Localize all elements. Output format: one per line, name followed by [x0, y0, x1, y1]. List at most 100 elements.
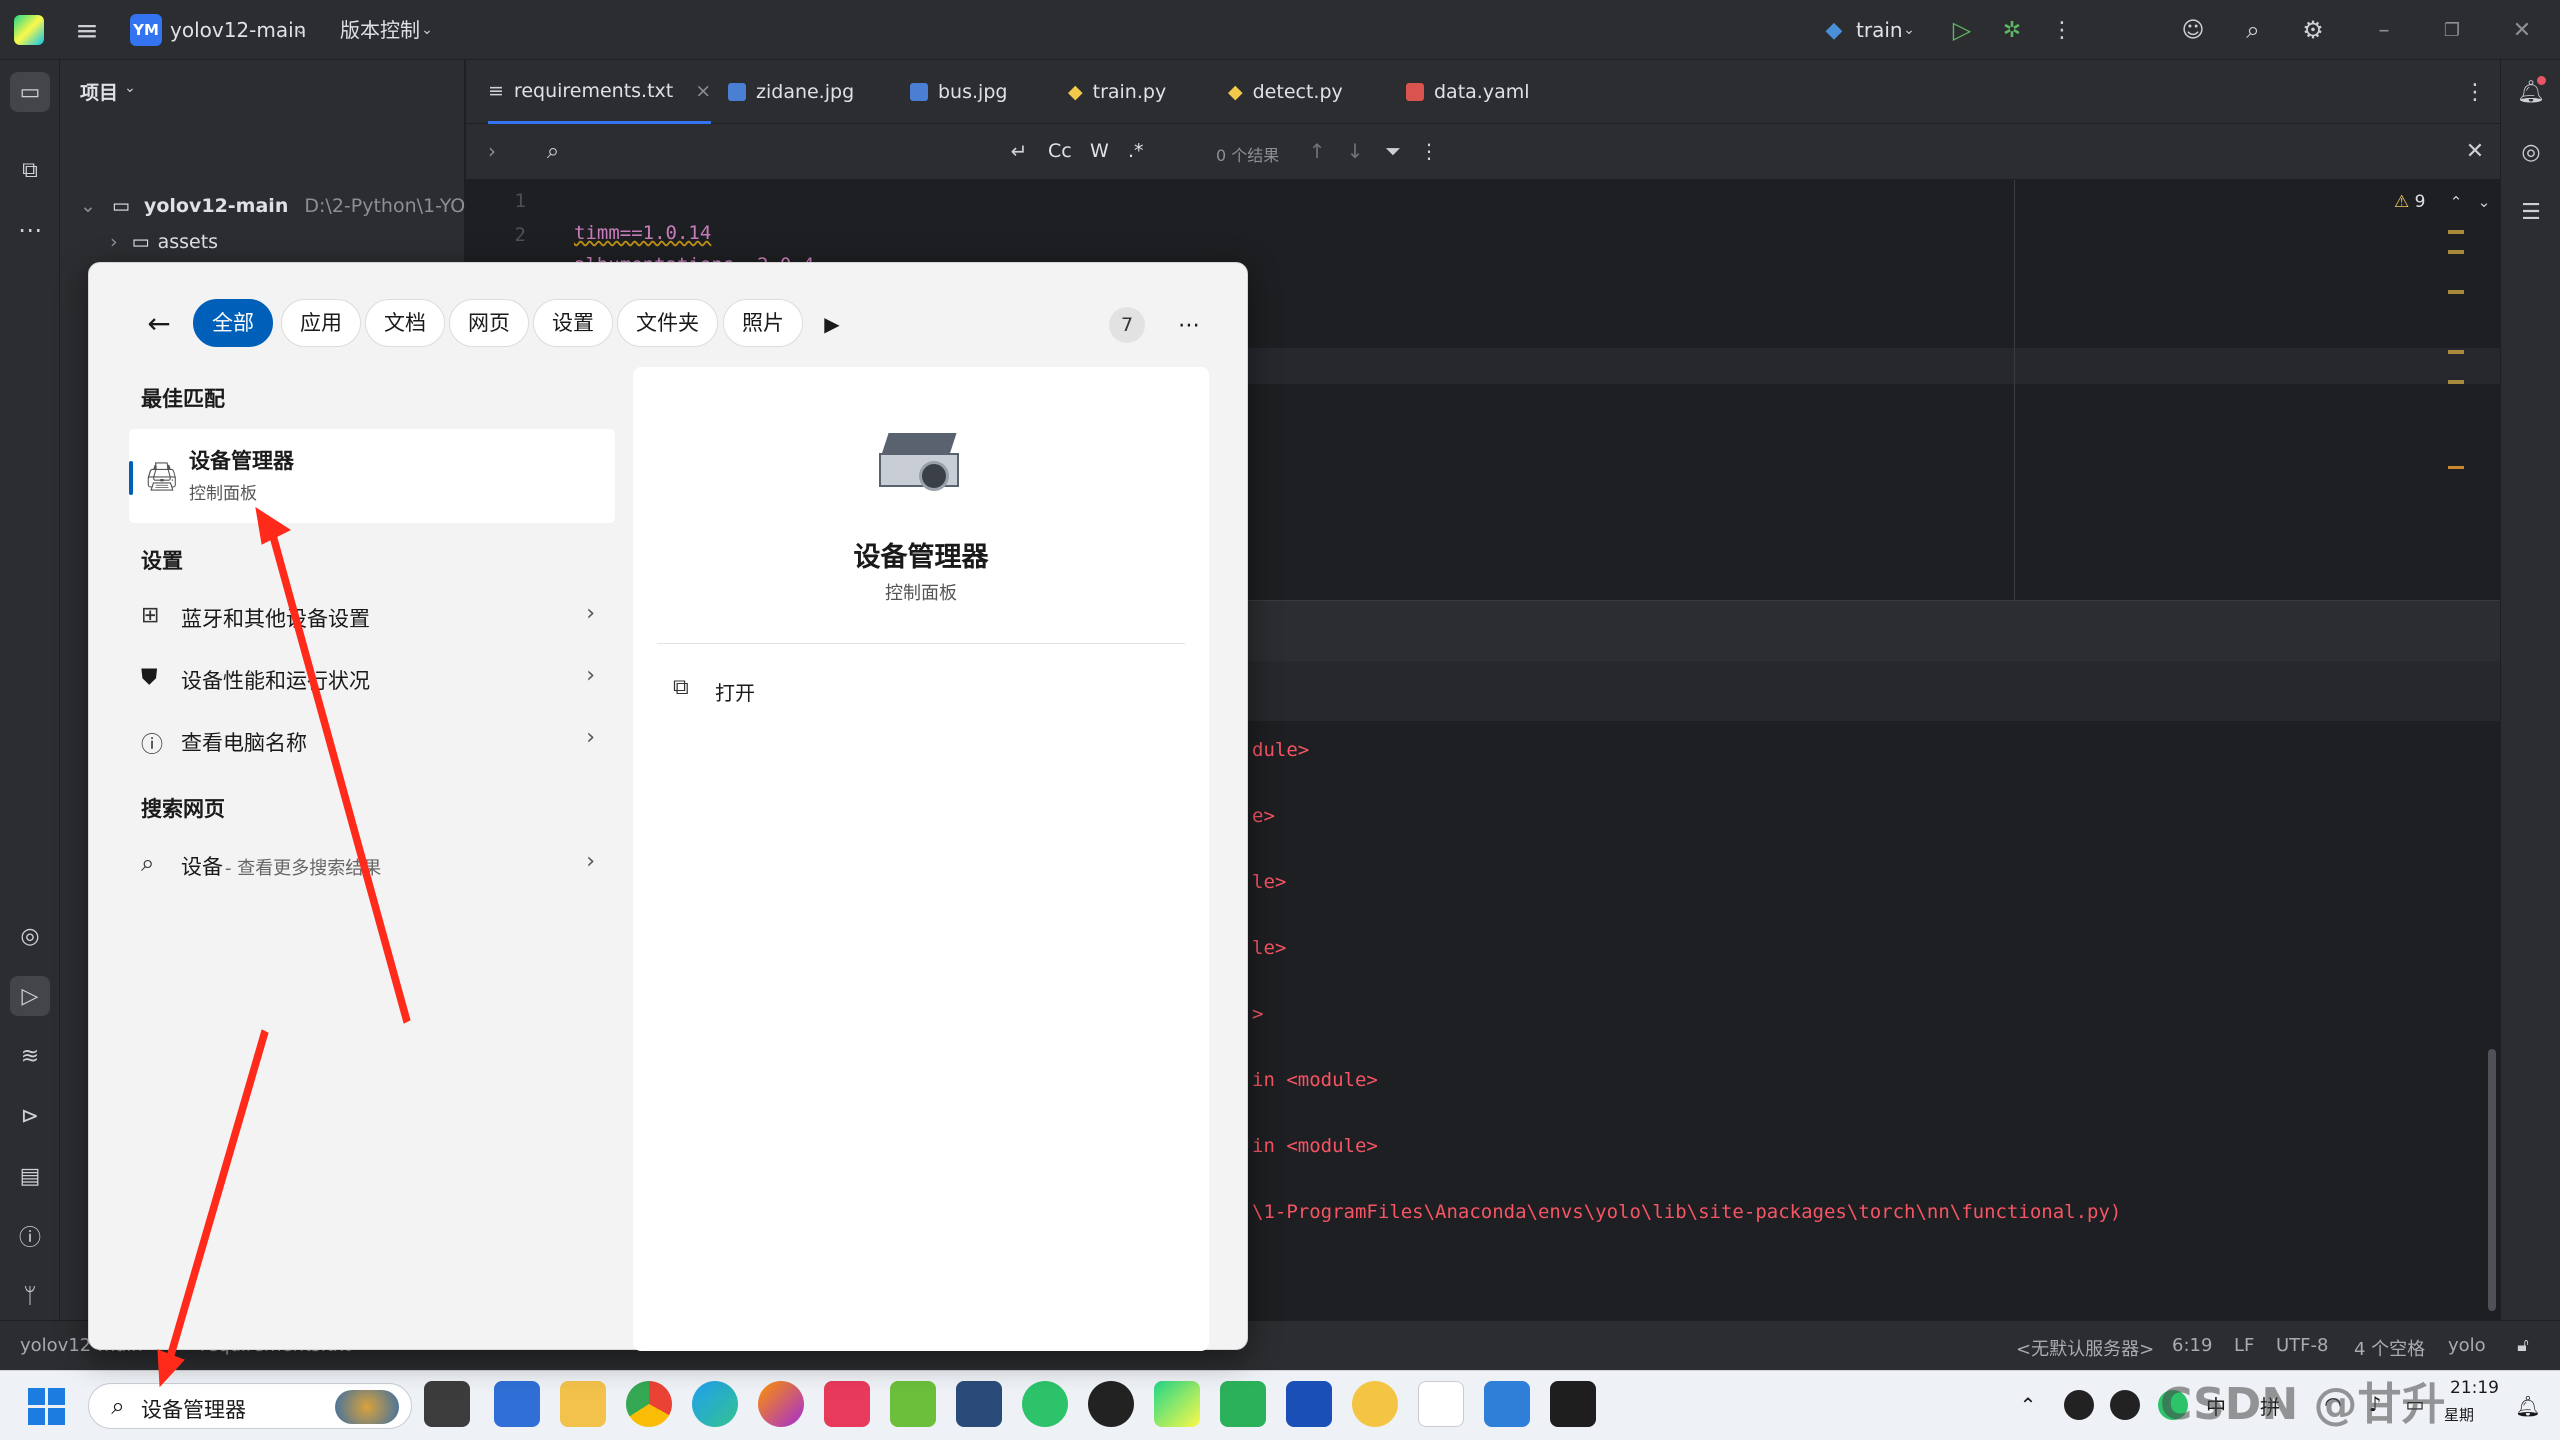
chevron-down-icon[interactable]: ⌄	[2474, 190, 2494, 214]
status-server[interactable]: <无默认服务器>	[2016, 1335, 2154, 1361]
chevron-down-icon[interactable]: ⌄	[122, 78, 138, 98]
taskbar-search-text[interactable]: 设备管理器	[141, 1394, 246, 1424]
main-menu-icon[interactable]: ≡	[70, 14, 104, 47]
chrome-icon[interactable]	[626, 1381, 672, 1427]
settings-item-pc-name[interactable]: ⓘ 查看电脑名称 ›	[141, 719, 595, 763]
search-highlight-icon[interactable]	[335, 1390, 399, 1424]
best-match-item[interactable]: 🖨︎ 设备管理器 控制面板	[129, 429, 615, 523]
regex-toggle[interactable]: .*	[1128, 140, 1144, 162]
filter-all[interactable]: 全部	[193, 299, 273, 347]
project-panel-title[interactable]: 项目	[80, 78, 118, 105]
clock-weekday[interactable]: 星期	[2444, 1404, 2474, 1425]
tree-item[interactable]: › ▭ assets	[110, 224, 218, 260]
ai-assistant-icon[interactable]: ◎	[2513, 134, 2549, 170]
code-line-1[interactable]: timm==1.0.14	[574, 216, 711, 250]
tabs-more-icon[interactable]: ⋮	[2460, 76, 2490, 108]
tray-qq-icon[interactable]	[2064, 1390, 2094, 1420]
status-indent[interactable]: 4 个空格	[2354, 1335, 2425, 1361]
tab-bus[interactable]: bus.jpg	[910, 60, 1007, 124]
edge-icon[interactable]	[692, 1381, 738, 1427]
chevron-right-icon[interactable]: ›	[480, 136, 504, 166]
app-yellow-icon[interactable]	[1352, 1381, 1398, 1427]
structure-icon[interactable]: ⧉	[10, 150, 50, 190]
back-arrow-icon[interactable]: ←	[141, 305, 177, 341]
status-line-separator[interactable]: LF	[2234, 1335, 2254, 1356]
qq-icon[interactable]	[1088, 1381, 1134, 1427]
chevron-up-icon[interactable]: ⌃	[2446, 190, 2466, 214]
settings-gear-icon[interactable]: ⚙	[2296, 14, 2330, 46]
services-icon[interactable]: ⊳	[10, 1096, 50, 1136]
layers-icon[interactable]: ≋	[10, 1036, 50, 1076]
match-case-toggle[interactable]: Cc	[1048, 140, 1072, 162]
lock-icon[interactable]: 🔓︎	[2510, 1331, 2536, 1359]
tab-data-yaml[interactable]: data.yaml	[1406, 60, 1530, 124]
run-tool-icon[interactable]: ▷	[10, 976, 50, 1016]
close-tab-icon[interactable]: ×	[695, 59, 711, 123]
more-tools-icon[interactable]: ⋯	[10, 210, 50, 250]
status-interpreter[interactable]: yolo	[2448, 1335, 2486, 1356]
code-line-2[interactable]: albumentations==2.0.4	[574, 248, 814, 262]
tab-requirements[interactable]: ≡ requirements.txt ×	[488, 59, 712, 124]
chevron-down-icon[interactable]: ⌄	[80, 195, 96, 217]
web-search-item[interactable]: ⌕ 设备 - 查看更多搜索结果 ›	[141, 843, 595, 887]
terminal-app-icon[interactable]	[1550, 1381, 1596, 1427]
results-count-badge[interactable]: 7	[1109, 307, 1145, 343]
close-find-icon[interactable]: ✕	[2460, 136, 2490, 166]
python-console-icon[interactable]: ◎	[10, 916, 50, 956]
project-badge[interactable]: YM	[130, 14, 162, 46]
notepad-icon[interactable]	[1484, 1381, 1530, 1427]
app-cat-icon[interactable]	[956, 1381, 1002, 1427]
search-icon[interactable]: ⌕	[538, 136, 568, 166]
tab-detect[interactable]: ◆ detect.py	[1228, 60, 1343, 124]
open-action[interactable]: ⧉ 打开	[673, 671, 873, 711]
more-options-icon[interactable]: ⋯	[1171, 307, 1207, 343]
terminal-icon[interactable]: ▤	[10, 1156, 50, 1196]
run-config-selector[interactable]: train	[1856, 0, 1903, 60]
taskbar-search-box[interactable]: ⌕ 设备管理器	[88, 1383, 412, 1429]
play-more-filters-icon[interactable]: ▶	[817, 307, 847, 341]
webstorm-icon[interactable]	[1286, 1381, 1332, 1427]
add-user-icon[interactable]: ☺	[2176, 14, 2210, 46]
app-green-icon[interactable]	[890, 1381, 936, 1427]
newline-icon[interactable]: ↵	[1004, 136, 1034, 166]
minimize-icon[interactable]: –	[2368, 14, 2400, 46]
windows-start-icon[interactable]	[28, 1388, 66, 1426]
find-more-icon[interactable]: ⋮	[1416, 136, 1442, 166]
chevron-down-icon[interactable]: ⌄	[292, 20, 310, 40]
tree-root[interactable]: ⌄ ▭ yolov12-main D:\2-Python\1-YOLO\	[80, 188, 497, 224]
tab-train[interactable]: ◆ train.py	[1068, 60, 1166, 124]
wechat-icon[interactable]	[1022, 1381, 1068, 1427]
whole-word-toggle[interactable]: W	[1090, 140, 1109, 162]
filter-folders[interactable]: 文件夹	[617, 299, 718, 347]
tab-zidane[interactable]: zidane.jpg	[728, 60, 854, 124]
settings-item-bluetooth[interactable]: ⊞ 蓝牙和其他设备设置 ›	[141, 595, 595, 639]
app-red-icon[interactable]	[824, 1381, 870, 1427]
filter-icon[interactable]: ⏷	[1380, 136, 1406, 166]
next-match-icon[interactable]: ↓	[1342, 136, 1368, 166]
filter-settings[interactable]: 设置	[533, 299, 613, 347]
filter-photos[interactable]: 照片	[723, 299, 803, 347]
status-encoding[interactable]: UTF-8	[2276, 1335, 2328, 1356]
search-icon[interactable]: ⌕	[2236, 14, 2270, 46]
pycharm-logo-icon[interactable]	[14, 15, 44, 45]
database-icon[interactable]: ☰	[2513, 194, 2549, 230]
run-icon[interactable]: ▷	[1946, 14, 1978, 46]
clock-time[interactable]: 21:19	[2450, 1378, 2499, 1398]
pycharm-icon[interactable]	[1154, 1381, 1200, 1427]
prev-match-icon[interactable]: ↑	[1304, 136, 1330, 166]
app-d-icon[interactable]	[1220, 1381, 1266, 1427]
filter-documents[interactable]: 文档	[365, 299, 445, 347]
problems-icon[interactable]: ⓘ	[10, 1216, 50, 1256]
chevron-down-icon[interactable]: ⌄	[1900, 20, 1918, 40]
project-name[interactable]: yolov12-main	[170, 0, 306, 60]
warnings-indicator[interactable]: ⚠ 9	[2394, 192, 2425, 212]
tray-chevron-up-icon[interactable]: ⌃	[2014, 1390, 2042, 1420]
chevron-right-icon[interactable]: ›	[110, 231, 118, 253]
chevron-down-icon[interactable]: ⌄	[418, 20, 436, 40]
status-position[interactable]: 6:19	[2172, 1335, 2212, 1356]
filter-apps[interactable]: 应用	[281, 299, 361, 347]
settings-item-device-health[interactable]: ⛊ 设备性能和运行状况 ›	[141, 657, 595, 701]
filter-web[interactable]: 网页	[449, 299, 529, 347]
tray-qq-icon[interactable]	[2110, 1390, 2140, 1420]
maximize-icon[interactable]: ❐	[2436, 14, 2468, 46]
